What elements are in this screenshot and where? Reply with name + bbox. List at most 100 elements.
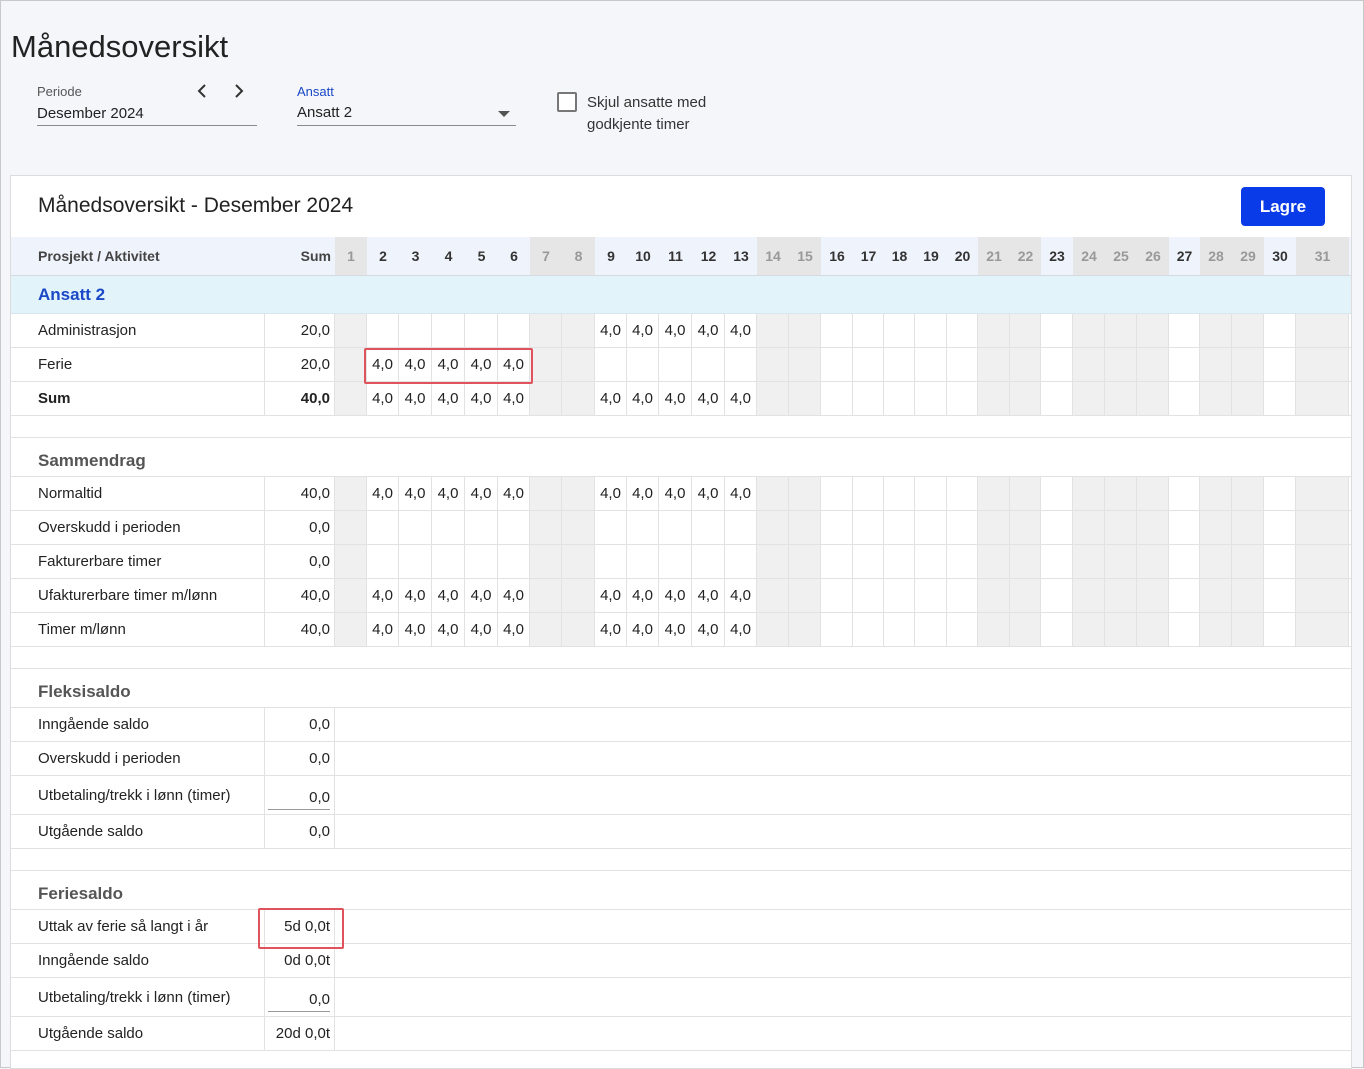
activities-day-18[interactable] [884, 314, 915, 347]
employee-select[interactable]: Ansatt 2 [297, 104, 352, 121]
summary-day-13[interactable] [725, 511, 757, 544]
summary-day-9[interactable] [595, 511, 627, 544]
summary-day-11[interactable]: 4,0 [659, 477, 692, 510]
summary-day-30[interactable] [1264, 477, 1296, 510]
activities-day-5[interactable]: 4,0 [465, 382, 498, 415]
activities-day-16[interactable] [821, 314, 853, 347]
summary-day-13[interactable]: 4,0 [725, 613, 757, 646]
summary-day-5[interactable]: 4,0 [465, 579, 498, 612]
summary-day-9[interactable]: 4,0 [595, 477, 627, 510]
activities-day-3[interactable]: 4,0 [399, 382, 432, 415]
summary-day-6[interactable]: 4,0 [498, 477, 530, 510]
activities-day-6[interactable]: 4,0 [498, 348, 530, 381]
activities-day-23[interactable] [1041, 382, 1073, 415]
prev-period-button[interactable] [192, 81, 212, 101]
summary-day-4[interactable] [432, 511, 465, 544]
summary-day-11[interactable]: 4,0 [659, 579, 692, 612]
summary-day-5[interactable]: 4,0 [465, 613, 498, 646]
summary-day-3[interactable]: 4,0 [399, 579, 432, 612]
activities-day-5[interactable]: 4,0 [465, 348, 498, 381]
activities-day-16[interactable] [821, 382, 853, 415]
summary-day-13[interactable]: 4,0 [725, 477, 757, 510]
activities-day-9[interactable]: 4,0 [595, 314, 627, 347]
summary-day-23[interactable] [1041, 545, 1073, 578]
activities-day-2[interactable]: 4,0 [367, 382, 399, 415]
summary-day-10[interactable] [627, 511, 659, 544]
summary-day-3[interactable]: 4,0 [399, 613, 432, 646]
summary-day-6[interactable] [498, 545, 530, 578]
dropdown-arrow-icon[interactable] [498, 111, 510, 117]
activities-day-13[interactable]: 4,0 [725, 382, 757, 415]
summary-day-5[interactable] [465, 511, 498, 544]
summary-day-2[interactable] [367, 545, 399, 578]
summary-day-9[interactable]: 4,0 [595, 579, 627, 612]
activities-day-10[interactable] [627, 348, 659, 381]
summary-day-4[interactable]: 4,0 [432, 613, 465, 646]
summary-day-19[interactable] [915, 545, 947, 578]
summary-day-17[interactable] [853, 511, 884, 544]
summary-day-17[interactable] [853, 477, 884, 510]
summary-day-19[interactable] [915, 613, 947, 646]
next-period-button[interactable] [229, 81, 249, 101]
activities-day-9[interactable] [595, 348, 627, 381]
summary-day-9[interactable]: 4,0 [595, 613, 627, 646]
period-field[interactable]: Desember 2024 [37, 105, 144, 122]
summary-day-16[interactable] [821, 613, 853, 646]
activities-day-4[interactable] [432, 314, 465, 347]
summary-day-19[interactable] [915, 511, 947, 544]
activities-day-19[interactable] [915, 382, 947, 415]
summary-day-23[interactable] [1041, 579, 1073, 612]
summary-day-2[interactable]: 4,0 [367, 613, 399, 646]
summary-day-20[interactable] [947, 545, 978, 578]
summary-day-2[interactable] [367, 511, 399, 544]
activities-day-30[interactable] [1264, 314, 1296, 347]
summary-day-3[interactable] [399, 545, 432, 578]
summary-day-30[interactable] [1264, 545, 1296, 578]
summary-day-27[interactable] [1169, 511, 1200, 544]
activities-day-20[interactable] [947, 382, 978, 415]
activities-day-12[interactable]: 4,0 [692, 314, 725, 347]
activities-day-19[interactable] [915, 314, 947, 347]
summary-day-12[interactable]: 4,0 [692, 613, 725, 646]
flex-input[interactable]: 0,0 [265, 776, 335, 814]
summary-day-20[interactable] [947, 613, 978, 646]
summary-day-6[interactable] [498, 511, 530, 544]
activities-day-12[interactable] [692, 348, 725, 381]
summary-day-6[interactable]: 4,0 [498, 579, 530, 612]
activities-day-30[interactable] [1264, 382, 1296, 415]
summary-day-23[interactable] [1041, 613, 1073, 646]
activities-day-4[interactable]: 4,0 [432, 382, 465, 415]
summary-day-3[interactable]: 4,0 [399, 477, 432, 510]
summary-day-12[interactable] [692, 511, 725, 544]
summary-day-11[interactable]: 4,0 [659, 613, 692, 646]
summary-day-27[interactable] [1169, 579, 1200, 612]
activities-day-23[interactable] [1041, 348, 1073, 381]
summary-day-19[interactable] [915, 477, 947, 510]
activities-day-2[interactable] [367, 314, 399, 347]
activities-day-13[interactable]: 4,0 [725, 314, 757, 347]
summary-day-18[interactable] [884, 613, 915, 646]
summary-day-30[interactable] [1264, 511, 1296, 544]
activities-day-20[interactable] [947, 314, 978, 347]
summary-day-12[interactable] [692, 545, 725, 578]
summary-day-5[interactable] [465, 545, 498, 578]
summary-day-16[interactable] [821, 477, 853, 510]
summary-day-10[interactable] [627, 545, 659, 578]
summary-day-11[interactable] [659, 511, 692, 544]
activities-day-17[interactable] [853, 348, 884, 381]
summary-day-17[interactable] [853, 579, 884, 612]
summary-day-27[interactable] [1169, 545, 1200, 578]
activities-day-11[interactable] [659, 348, 692, 381]
activities-day-9[interactable]: 4,0 [595, 382, 627, 415]
summary-day-2[interactable]: 4,0 [367, 477, 399, 510]
summary-day-10[interactable]: 4,0 [627, 579, 659, 612]
activities-day-19[interactable] [915, 348, 947, 381]
summary-day-12[interactable]: 4,0 [692, 579, 725, 612]
activities-day-3[interactable] [399, 314, 432, 347]
summary-day-6[interactable]: 4,0 [498, 613, 530, 646]
summary-day-18[interactable] [884, 545, 915, 578]
activities-day-23[interactable] [1041, 314, 1073, 347]
summary-day-4[interactable]: 4,0 [432, 579, 465, 612]
summary-day-18[interactable] [884, 477, 915, 510]
summary-day-23[interactable] [1041, 511, 1073, 544]
